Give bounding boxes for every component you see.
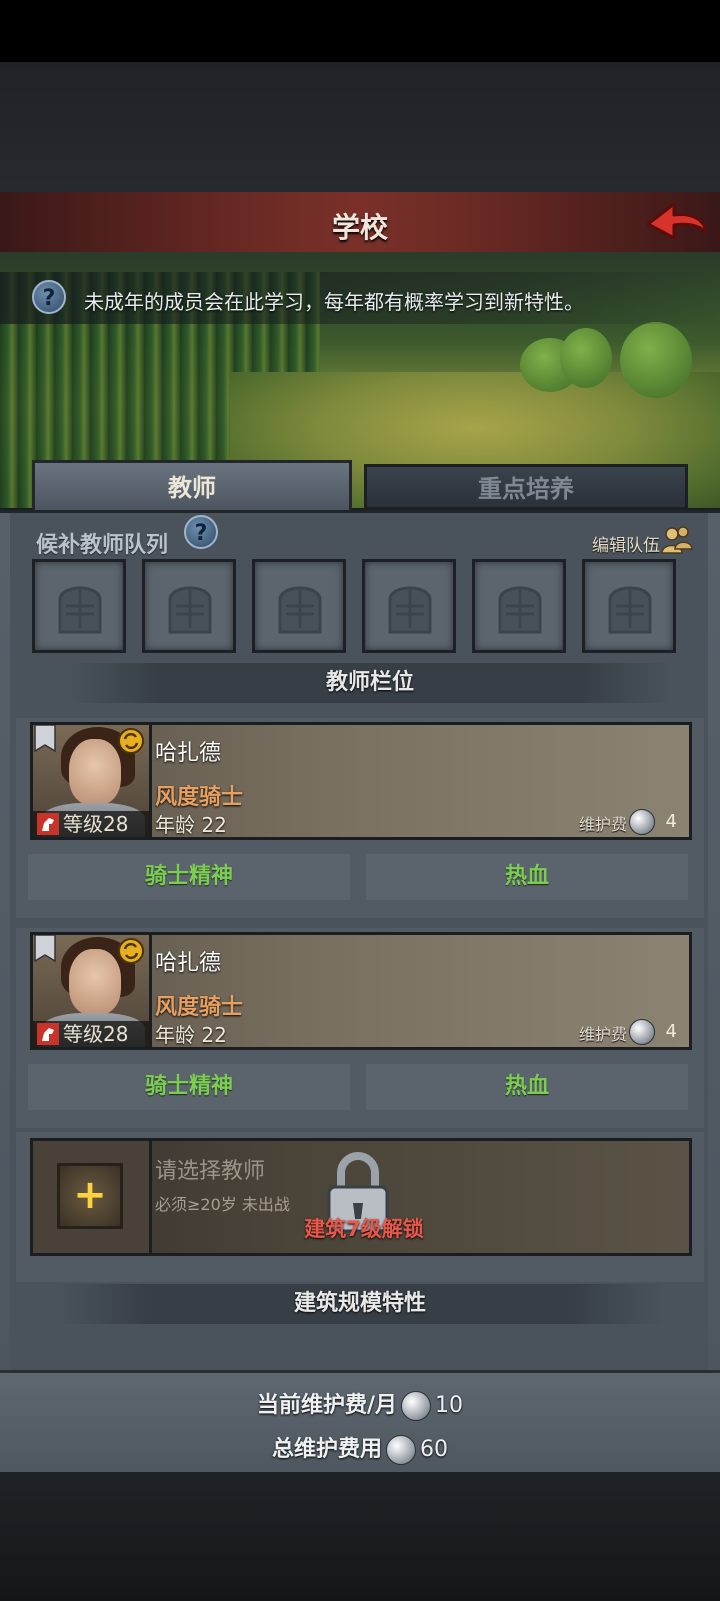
maintenance-fee-value: 4 (665, 811, 677, 832)
teacher-portrait: 等级28 (33, 725, 152, 837)
status-area (0, 0, 720, 192)
teacher-card[interactable]: 等级28 哈扎德 风度骑士 年龄 22 维护费 4 (30, 722, 692, 840)
reserve-slot[interactable] (142, 559, 236, 653)
page-title: 学校 (331, 211, 388, 244)
locked-teacher-slot: + 请选择教师 必须≥20岁 未出战 建筑7级解锁 (16, 1132, 704, 1282)
requirement-text: 必须≥20岁 未出战 (155, 1195, 290, 1214)
silver-coin-icon (401, 1391, 432, 1421)
trait-badge[interactable]: 骑士精神 (28, 1064, 350, 1110)
banner-icon (34, 725, 56, 753)
reserve-slot[interactable] (252, 559, 346, 653)
tree-image (560, 328, 612, 388)
teacher-card[interactable]: 等级28 哈扎德 风度骑士 年龄 22 维护费 4 (30, 932, 692, 1050)
title-bar: 学校 (0, 192, 720, 254)
info-bar: ? 未成年的成员会在此学习，每年都有概率学习到新特性。 (0, 272, 720, 324)
reserve-slot[interactable] (472, 559, 566, 653)
silver-coin-icon (629, 1019, 655, 1045)
swap-icon[interactable] (117, 937, 145, 965)
total-fee-label: 总维护费用 (271, 1437, 382, 1462)
reserve-slot[interactable] (32, 559, 126, 653)
knight-helmet-icon (58, 586, 102, 634)
teacher-entry: 等级28 哈扎德 风度骑士 年龄 22 维护费 4 骑士精神 热血 (16, 928, 704, 1128)
reserve-title: 候补教师队列 (36, 533, 169, 558)
teacher-level: 等级28 (63, 1022, 129, 1046)
maintenance-fee-label: 维护费 (578, 815, 627, 834)
help-icon[interactable]: ? (32, 280, 66, 314)
team-icon[interactable] (660, 523, 694, 557)
trait-badge[interactable]: 热血 (366, 1064, 688, 1110)
horse-icon (37, 1023, 59, 1045)
silver-coin-icon (629, 809, 655, 835)
tab-teacher[interactable]: 教师 (32, 460, 352, 512)
silver-coin-icon (386, 1435, 416, 1465)
maintenance-fee-label: 维护费 (578, 1025, 627, 1044)
teacher-age: 年龄 22 (155, 1023, 227, 1047)
teacher-portrait: 等级28 (33, 935, 152, 1047)
select-teacher-label: 请选择教师 (155, 1159, 266, 1184)
reserve-slot[interactable] (582, 559, 676, 653)
unlock-requirement: 建筑7级解锁 (304, 1217, 424, 1241)
empty-slot-card[interactable]: + 请选择教师 必须≥20岁 未出战 建筑7级解锁 (30, 1138, 692, 1256)
tab-focus-training[interactable]: 重点培养 (364, 464, 688, 510)
banner-icon (34, 935, 56, 963)
teacher-class: 风度骑士 (155, 995, 244, 1020)
building-traits-title: 建筑规模特性 (56, 1284, 664, 1324)
monthly-fee-label: 当前维护费/月 (256, 1393, 398, 1418)
teacher-level: 等级28 (63, 812, 129, 836)
trait-badge[interactable]: 骑士精神 (28, 854, 350, 900)
teacher-age: 年龄 22 (155, 813, 227, 837)
edit-team-button[interactable]: 编辑队伍 (592, 531, 660, 556)
knight-helmet-icon (608, 586, 652, 634)
monthly-fee-row: 当前维护费/月 10 (0, 1387, 720, 1421)
reserve-help-icon[interactable]: ? (184, 515, 218, 549)
teacher-entry: 等级28 哈扎德 风度骑士 年龄 22 维护费 4 骑士精神 热血 (16, 718, 704, 918)
back-arrow-icon[interactable] (644, 198, 710, 246)
teacher-class: 风度骑士 (155, 785, 244, 810)
knight-helmet-icon (168, 586, 212, 634)
total-fee-value: 60 (420, 1437, 448, 1462)
horse-icon (37, 813, 59, 835)
teacher-name: 哈扎德 (155, 741, 222, 766)
maintenance-fee-value: 4 (665, 1021, 677, 1042)
trait-badge[interactable]: 热血 (366, 854, 688, 900)
maintenance-summary: 当前维护费/月 10 总维护费用 60 (0, 1370, 720, 1475)
bottom-area (0, 1472, 720, 1601)
teacher-slots-title: 教师栏位 (66, 663, 674, 703)
reserve-slot[interactable] (362, 559, 456, 653)
knight-helmet-icon (278, 586, 322, 634)
tree-image (620, 322, 692, 398)
info-text: 未成年的成员会在此学习，每年都有概率学习到新特性。 (84, 290, 584, 314)
monthly-fee-value: 10 (435, 1393, 464, 1418)
knight-helmet-icon (388, 586, 432, 634)
knight-helmet-icon (498, 586, 542, 634)
swap-icon[interactable] (117, 727, 145, 755)
teacher-name: 哈扎德 (155, 951, 222, 976)
total-fee-row: 总维护费用 60 (0, 1431, 720, 1465)
